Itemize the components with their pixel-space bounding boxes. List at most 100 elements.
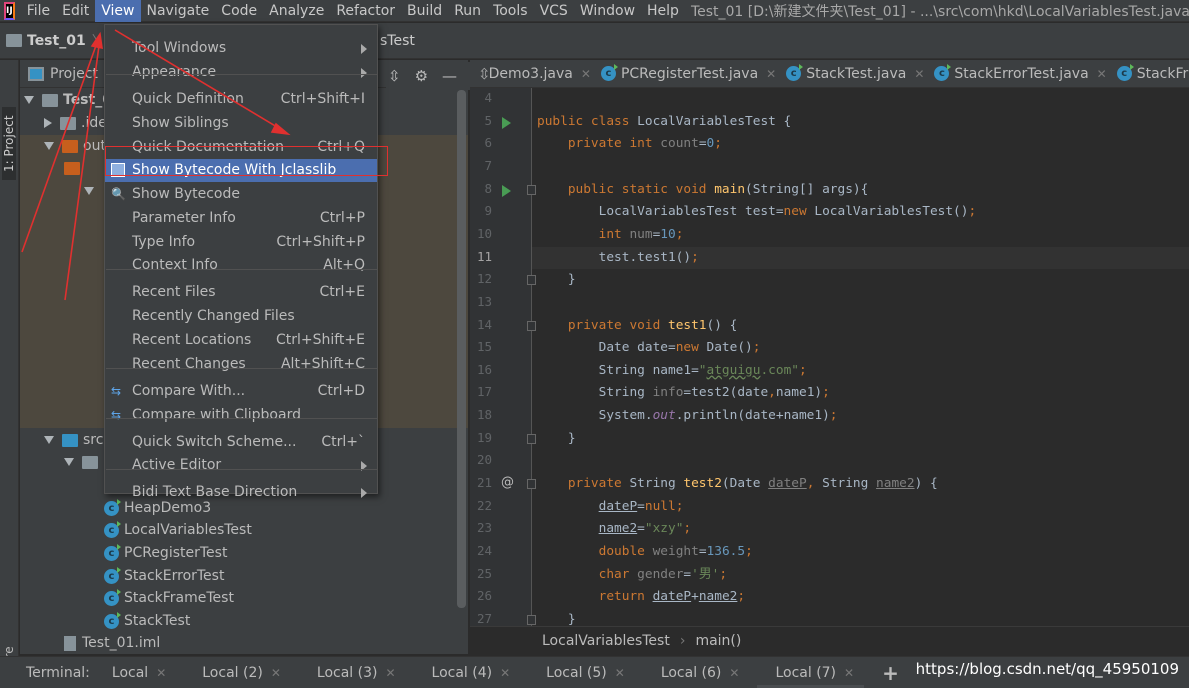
- breadcrumb-class[interactable]: LocalVariablesTest: [542, 633, 670, 649]
- view-menu-item[interactable]: Bidi Text Base Direction: [105, 481, 377, 504]
- menu-code[interactable]: Code: [215, 0, 263, 22]
- run-icon[interactable]: [502, 184, 511, 197]
- terminal-tab[interactable]: Local ✕: [104, 658, 180, 688]
- editor-tab[interactable]: c StackErrorTest.java ✕: [934, 64, 1116, 82]
- tree-item[interactable]: [84, 180, 102, 202]
- menu-build[interactable]: Build: [401, 0, 448, 22]
- expanded-arrow-icon[interactable]: [44, 436, 54, 444]
- close-tab-icon[interactable]: ✕: [766, 67, 776, 81]
- close-tab-icon[interactable]: ✕: [1097, 67, 1107, 81]
- gear-icon[interactable]: ⚙: [415, 67, 428, 85]
- tree-item[interactable]: c LocalVariablesTest: [104, 519, 252, 541]
- tree-item[interactable]: c StackErrorTest: [104, 565, 224, 587]
- tree-item[interactable]: c PCRegisterTest: [104, 542, 227, 564]
- menu-navigate[interactable]: Navigate: [141, 0, 216, 22]
- view-menu-item[interactable]: Tool Windows: [105, 37, 377, 60]
- menu-help[interactable]: Help: [641, 0, 685, 22]
- fold-icon[interactable]: [527, 275, 536, 286]
- fold-icon[interactable]: [527, 433, 536, 444]
- menu-run[interactable]: Run: [448, 0, 487, 22]
- tree-item[interactable]: c StackTest: [104, 610, 190, 632]
- tree-item[interactable]: Test_0: [24, 89, 112, 111]
- view-menu-item[interactable]: Recent Locations Ctrl+Shift+E: [105, 329, 377, 352]
- nav-project[interactable]: Test_01: [27, 33, 86, 49]
- collapse-all-icon[interactable]: ⇳: [388, 67, 401, 85]
- close-terminal-icon[interactable]: ✕: [385, 666, 395, 680]
- terminal-tab[interactable]: Local (5) ✕: [524, 658, 639, 688]
- editor-tab[interactable]: Demo3.java ✕: [489, 66, 601, 82]
- project-scrollbar[interactable]: [457, 90, 466, 608]
- code-token: atguigu: [706, 362, 761, 378]
- nav-file[interactable]: sTest: [380, 33, 415, 49]
- breadcrumb-method[interactable]: main(): [695, 633, 741, 649]
- fold-icon[interactable]: [527, 479, 536, 490]
- override-icon[interactable]: @: [501, 475, 514, 490]
- collapsed-arrow-icon[interactable]: [44, 118, 52, 128]
- tree-item[interactable]: out: [44, 135, 106, 157]
- fold-icon[interactable]: [527, 614, 536, 625]
- code-line: }: [537, 428, 576, 450]
- menu-vcs[interactable]: VCS: [534, 0, 574, 22]
- project-tool-button[interactable]: 1: Project: [2, 107, 16, 180]
- expanded-arrow-icon[interactable]: [24, 96, 34, 104]
- menu-refactor[interactable]: Refactor: [330, 0, 401, 22]
- menu-view[interactable]: View: [95, 0, 141, 22]
- close-terminal-icon[interactable]: ✕: [615, 666, 625, 680]
- add-terminal-button[interactable]: +: [868, 658, 913, 688]
- view-menu-item[interactable]: Parameter Info Ctrl+P: [105, 207, 377, 230]
- editor-tab[interactable]: c PCRegisterTest.java ✕: [600, 64, 786, 82]
- view-menu-item[interactable]: ⇆ Compare with Clipboard: [105, 404, 377, 427]
- tree-item[interactable]: [64, 451, 103, 473]
- menu-tools[interactable]: Tools: [487, 0, 534, 22]
- terminal-tab[interactable]: Local (2) ✕: [180, 658, 295, 688]
- view-menu-item[interactable]: Quick Definition Ctrl+Shift+I: [105, 88, 377, 111]
- view-menu-item[interactable]: Recent Changes Alt+Shift+C: [105, 353, 377, 376]
- close-tab-icon[interactable]: ✕: [914, 67, 924, 81]
- view-menu-item[interactable]: Appearance: [105, 61, 377, 84]
- hide-icon[interactable]: —: [442, 67, 457, 85]
- close-terminal-icon[interactable]: ✕: [500, 666, 510, 680]
- close-terminal-icon[interactable]: ✕: [271, 666, 281, 680]
- tree-item-label: StackFrameTest: [124, 590, 234, 606]
- tree-item[interactable]: .ide: [44, 112, 107, 134]
- view-menu-item[interactable]: ⇆ Compare With... Ctrl+D: [105, 380, 377, 403]
- terminal-tab[interactable]: Local (7) ✕: [753, 658, 868, 688]
- menu-item-label: Bidi Text Base Direction: [132, 484, 298, 500]
- tree-item[interactable]: [64, 157, 85, 179]
- close-terminal-icon[interactable]: ✕: [729, 666, 739, 680]
- editor-tab[interactable]: c StackTest.java ✕: [786, 64, 934, 82]
- view-menu-item[interactable]: 🔍 Show Bytecode: [105, 183, 377, 206]
- close-terminal-icon[interactable]: ✕: [844, 666, 854, 680]
- expanded-arrow-icon[interactable]: [44, 142, 54, 150]
- line-number: 16: [476, 361, 492, 377]
- view-menu-item[interactable]: Recent Files Ctrl+E: [105, 281, 377, 304]
- compare-clipboard-icon: ⇆: [111, 408, 122, 422]
- view-menu-item[interactable]: Recently Changed Files: [105, 305, 377, 328]
- menu-analyze[interactable]: Analyze: [263, 0, 330, 22]
- expanded-arrow-icon[interactable]: [84, 187, 94, 195]
- tree-item[interactable]: src: [44, 429, 103, 451]
- view-menu-item[interactable]: Quick Switch Scheme... Ctrl+`: [105, 431, 377, 454]
- view-menu-item[interactable]: Show Siblings: [105, 112, 377, 135]
- expanded-arrow-icon[interactable]: [64, 458, 74, 466]
- run-icon[interactable]: [502, 116, 511, 129]
- menu-file[interactable]: File: [21, 0, 56, 22]
- close-tab-icon[interactable]: ✕: [581, 67, 591, 81]
- menu-item-label: Show Siblings: [132, 115, 229, 131]
- view-menu-item[interactable]: Active Editor: [105, 454, 377, 477]
- terminal-tab[interactable]: Local (6) ✕: [639, 658, 754, 688]
- view-menu-item[interactable]: Context Info Alt+Q: [105, 254, 377, 277]
- editor-tab[interactable]: cStackFrame: [1116, 64, 1189, 82]
- menu-item-label: Quick Switch Scheme...: [132, 434, 297, 450]
- terminal-tab[interactable]: Local (3) ✕: [295, 658, 410, 688]
- fold-icon[interactable]: [527, 184, 536, 195]
- close-terminal-icon[interactable]: ✕: [156, 666, 166, 680]
- view-menu-item[interactable]: Type Info Ctrl+Shift+P: [105, 231, 377, 254]
- menu-window[interactable]: Window: [574, 0, 641, 22]
- tree-item[interactable]: c StackFrameTest: [104, 587, 234, 609]
- terminal-tab[interactable]: Local (4) ✕: [410, 658, 525, 688]
- tree-item[interactable]: Test_01.iml: [64, 632, 160, 654]
- menu-edit[interactable]: Edit: [56, 0, 95, 22]
- fold-icon[interactable]: [527, 320, 536, 331]
- project-view-selector[interactable]: Project: [50, 66, 98, 82]
